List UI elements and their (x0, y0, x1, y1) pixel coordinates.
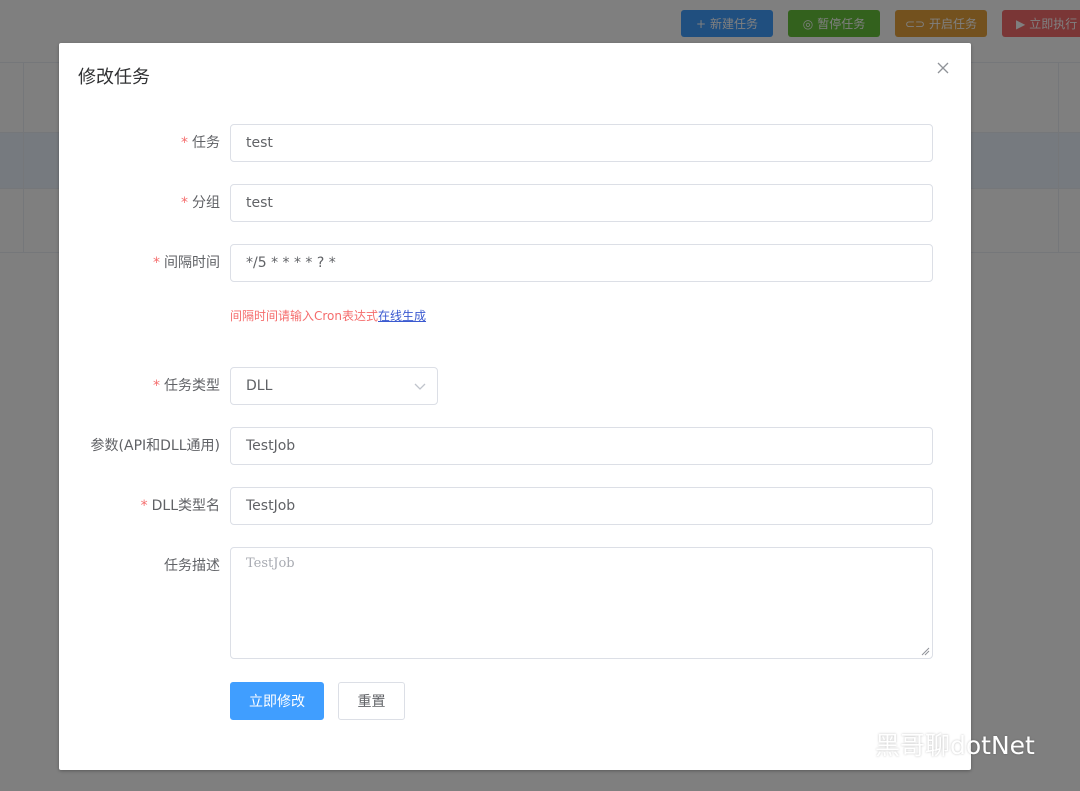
edit-task-dialog: 修改任务 * 任务 test * 分组 test * 间隔时间 */5 * * * *… (59, 43, 971, 770)
chevron-down-icon (414, 383, 426, 390)
resize-grip-icon[interactable] (921, 647, 930, 656)
description-placeholder: TestJob (246, 556, 295, 571)
task-type-select[interactable]: DLL (230, 367, 438, 405)
dialog-title: 修改任务 (78, 67, 150, 88)
required-mark: * (140, 498, 148, 514)
description-label: 任务描述 (164, 558, 220, 574)
dll-type-input[interactable]: TestJob (230, 487, 933, 525)
required-mark: * (153, 378, 160, 394)
required-mark: * (153, 255, 160, 271)
required-mark: * (181, 195, 188, 211)
required-mark: * (181, 135, 188, 151)
interval-label: * 间隔时间 (153, 255, 220, 271)
close-icon[interactable] (935, 61, 951, 77)
group-label: * 分组 (181, 195, 220, 211)
task-type-value: DLL (246, 378, 273, 394)
wechat-icon (824, 729, 866, 759)
task-label: * 任务 (181, 135, 220, 151)
task-input[interactable]: test (230, 124, 933, 162)
online-generate-link[interactable]: 在线生成 (378, 309, 426, 323)
params-input[interactable]: TestJob (230, 427, 933, 465)
interval-hint-text: 间隔时间请输入Cron表达式 (230, 309, 378, 323)
watermark: 黑哥聊dotNet (823, 726, 1035, 762)
watermark-text: 黑哥聊dotNet (875, 731, 1035, 760)
group-input[interactable]: test (230, 184, 933, 222)
task-type-label: * 任务类型 (153, 378, 220, 394)
params-label: 参数(API和DLL通用) (90, 438, 220, 454)
submit-button[interactable]: 立即修改 (230, 682, 324, 720)
dll-type-label: * DLL类型名 (140, 498, 220, 514)
description-textarea[interactable]: TestJob (230, 547, 933, 659)
interval-input[interactable]: */5 * * * * ? * (230, 244, 933, 282)
interval-hint: 间隔时间请输入Cron表达式在线生成 (230, 307, 426, 324)
reset-button[interactable]: 重置 (338, 682, 405, 720)
